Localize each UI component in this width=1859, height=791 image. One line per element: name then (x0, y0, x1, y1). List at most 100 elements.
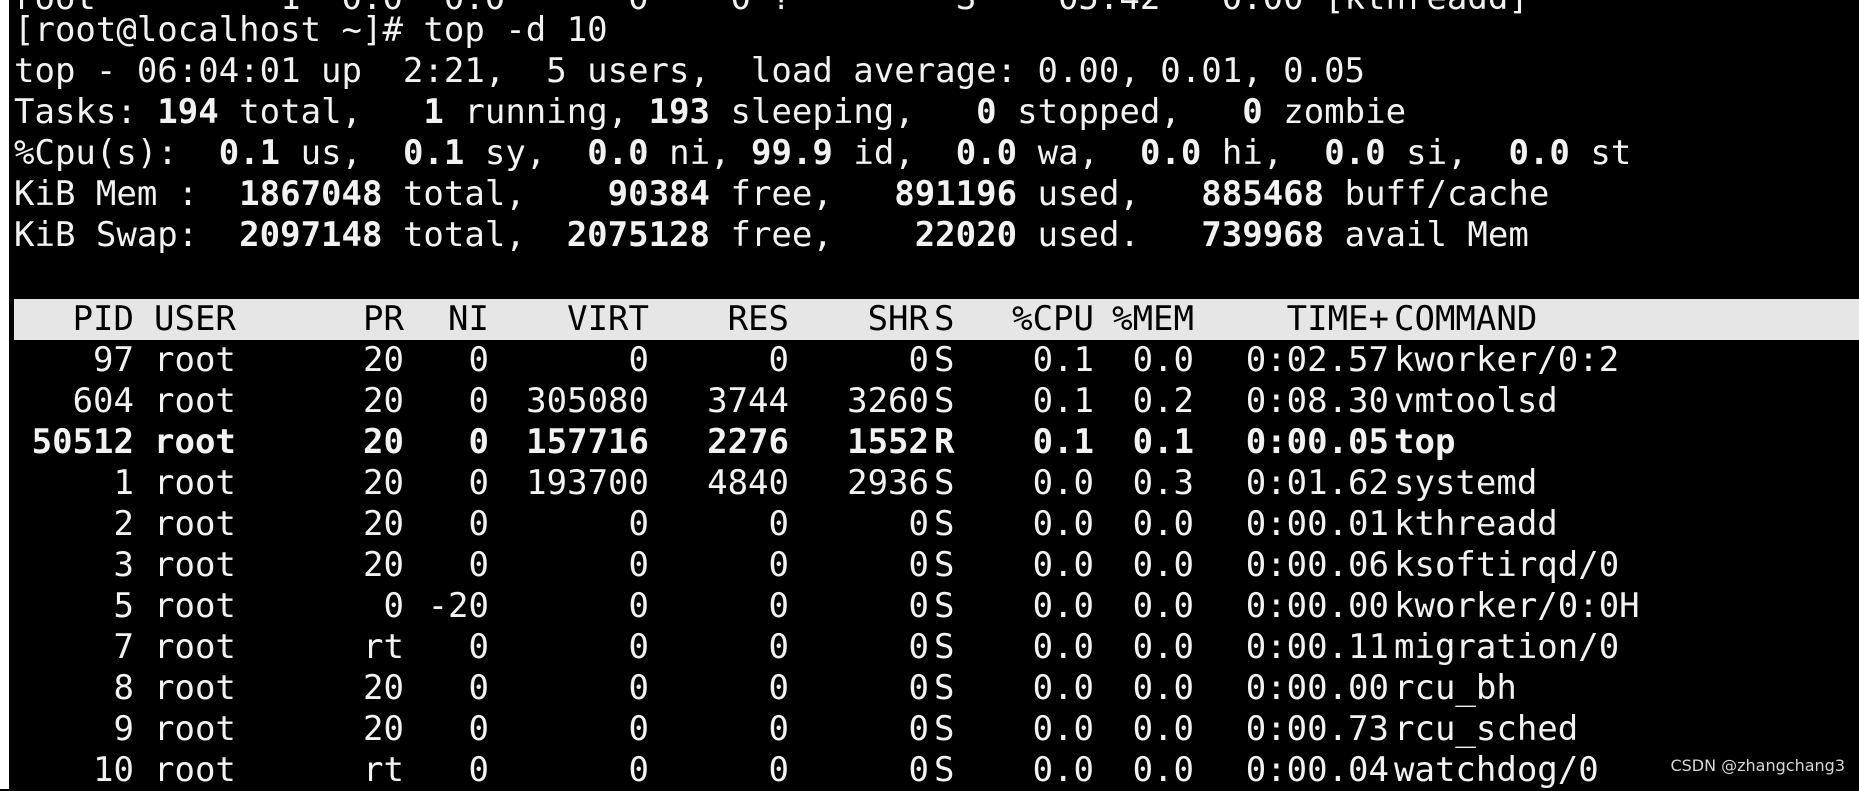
user-cell: root (154, 340, 236, 380)
shell-prompt-line: [root@localhost ~]# top -d 10 (14, 10, 608, 51)
tasks-sleeping: 193 (648, 92, 711, 132)
mem-free: 90384 (607, 174, 710, 214)
table-row: 7 root rt 0 0 0 0 S 0.0 0.0 0:00.11 migr… (14, 627, 1859, 668)
pid-cell: 97 (93, 340, 134, 380)
mem-cache: 885468 (1201, 174, 1325, 214)
ni-cell: 0 (468, 545, 489, 585)
ni-cell: 0 (468, 627, 489, 667)
command-cell: vmtoolsd (1394, 381, 1558, 421)
user-cell: root (154, 422, 236, 462)
user-cell: root (154, 545, 236, 585)
mem-cell: 0.0 (1132, 709, 1194, 749)
cpu-cell: 0.0 (1032, 627, 1094, 667)
cpu-si: 0.0 (1324, 133, 1386, 173)
cpu-cell: 0.0 (1032, 750, 1094, 790)
ni-cell: -20 (427, 586, 489, 626)
virt-cell: 0 (628, 586, 649, 626)
time-cell: 0:00.04 (1245, 750, 1389, 790)
cpu-us: 0.1 (218, 133, 281, 173)
virt-cell: 157716 (526, 422, 649, 462)
time-cell: 0:00.11 (1245, 627, 1389, 667)
swap-free: 2075128 (566, 215, 710, 255)
mem-total: 1867048 (239, 174, 383, 214)
res-cell: 0 (768, 340, 789, 380)
pr-cell: 20 (363, 504, 404, 544)
column-header-shr: SHR (867, 299, 929, 339)
column-header-pr: PR (363, 299, 404, 339)
mem-cell: 0.0 (1132, 627, 1194, 667)
user-cell: root (154, 586, 236, 626)
state-cell: S (934, 340, 955, 380)
shr-cell: 0 (908, 545, 929, 585)
ni-cell: 0 (468, 504, 489, 544)
column-header-ni: NI (448, 299, 489, 339)
column-header-mem: %MEM (1112, 299, 1194, 339)
table-row: 3 root 20 0 0 0 0 S 0.0 0.0 0:00.06 ksof… (14, 545, 1859, 586)
virt-cell: 193700 (526, 463, 649, 503)
res-cell: 0 (768, 586, 789, 626)
table-row: 1 root 20 0 193700 4840 2936 S 0.0 0.3 0… (14, 463, 1859, 504)
mem-cell: 0.0 (1132, 504, 1194, 544)
virt-cell: 0 (628, 504, 649, 544)
command-cell: systemd (1394, 463, 1538, 503)
column-header-virt: VIRT (567, 299, 649, 339)
ni-cell: 0 (468, 422, 489, 462)
pr-cell: 20 (363, 709, 404, 749)
time-cell: 0:00.06 (1245, 545, 1389, 585)
virt-cell: 0 (628, 668, 649, 708)
cpu-cell: 0.0 (1032, 504, 1094, 544)
command-cell: ksoftirqd/0 (1394, 545, 1620, 585)
cpu-line: %Cpu(s): 0.1 us, 0.1 sy, 0.0 ni, 99.9 id… (14, 133, 1632, 173)
pr-cell: 20 (363, 463, 404, 503)
ni-cell: 0 (468, 709, 489, 749)
uptime-line: top - 06:04:01 up 2:21, 5 users, load av… (14, 51, 1366, 91)
res-cell: 0 (768, 668, 789, 708)
cpu-cell: 0.0 (1032, 586, 1094, 626)
column-header-pid: PID (72, 299, 134, 339)
user-cell: root (154, 709, 236, 749)
res-cell: 2276 (707, 422, 789, 462)
command-cell: migration/0 (1394, 627, 1620, 667)
tasks-stopped: 0 (976, 92, 997, 132)
cpu-sy: 0.1 (402, 133, 465, 173)
res-cell: 4840 (707, 463, 789, 503)
table-row: 604 root 20 0 305080 3744 3260 S 0.1 0.2… (14, 381, 1859, 422)
res-cell: 0 (768, 627, 789, 667)
res-cell: 0 (768, 545, 789, 585)
mem-cell: 0.2 (1132, 381, 1194, 421)
shr-cell: 2936 (847, 463, 929, 503)
virt-cell: 0 (628, 750, 649, 790)
cpu-ni: 0.0 (587, 133, 649, 173)
time-cell: 0:00.00 (1245, 668, 1389, 708)
ni-cell: 0 (468, 340, 489, 380)
cpu-cell: 0.1 (1032, 381, 1094, 421)
cpu-wa: 0.0 (955, 133, 1018, 173)
user-cell: root (154, 463, 236, 503)
pr-cell: 20 (363, 340, 404, 380)
time-cell: 0:02.57 (1245, 340, 1389, 380)
pid-cell: 5 (113, 586, 134, 626)
tasks-line: Tasks: 194 total, 1 running, 193 sleepin… (14, 92, 1407, 132)
swap-line: KiB Swap: 2097148 total, 2075128 free, 2… (14, 215, 1529, 255)
pid-cell: 7 (113, 627, 134, 667)
pr-cell: 20 (363, 381, 404, 421)
mem-cell: 0.0 (1132, 750, 1194, 790)
state-cell: S (934, 504, 955, 544)
terminal-window[interactable]: root 1 0.0 0.0 0 0 ? S 05:42 0:00 [kthre… (0, 0, 1859, 790)
command-cell: kthreadd (1394, 504, 1558, 544)
pid-cell: 3 (113, 545, 134, 585)
table-row: 2 root 20 0 0 0 0 S 0.0 0.0 0:00.01 kthr… (14, 504, 1859, 545)
mem-cell: 0.0 (1132, 545, 1194, 585)
state-cell: S (934, 586, 955, 626)
shr-cell: 0 (908, 586, 929, 626)
watermark: CSDN @zhangchang3 (1670, 756, 1845, 775)
pid-cell: 9 (113, 709, 134, 749)
res-cell: 0 (768, 504, 789, 544)
shell-command: top -d 10 (423, 10, 608, 50)
mem-line: KiB Mem : 1867048 total, 90384 free, 891… (14, 174, 1550, 214)
pid-cell: 50512 (31, 422, 134, 462)
shell-prompt: [root@localhost ~]# (14, 10, 424, 50)
table-row: 8 root 20 0 0 0 0 S 0.0 0.0 0:00.00 rcu_… (14, 668, 1859, 709)
virt-cell: 0 (628, 545, 649, 585)
cpu-cell: 0.0 (1032, 668, 1094, 708)
